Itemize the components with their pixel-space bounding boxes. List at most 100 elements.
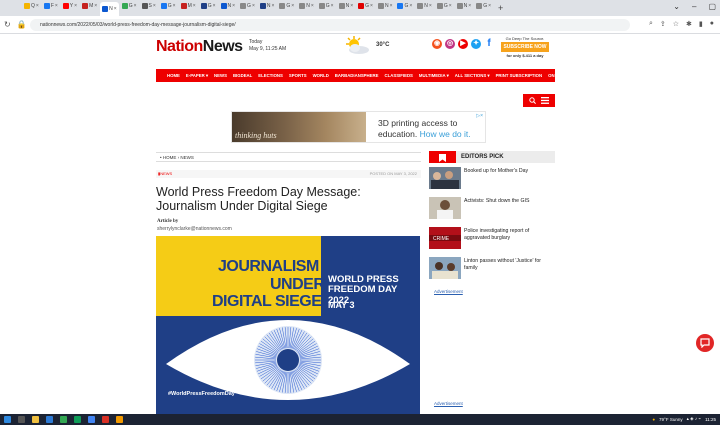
nav-item[interactable]: BARBADIANSPHERE xyxy=(335,73,379,78)
editors-pick-item-1[interactable]: Booked up for Mother's Day xyxy=(429,167,555,189)
browser-tab[interactable]: F × xyxy=(42,0,60,12)
browser-tab[interactable]: Y × xyxy=(61,0,79,12)
close-icon[interactable]: × xyxy=(252,3,255,9)
editors-pick-item-2[interactable]: Activists: Shut down the GIS xyxy=(429,197,555,219)
browser-tab[interactable]: G × xyxy=(159,0,178,12)
close-icon[interactable]: × xyxy=(173,3,176,9)
browser-tab[interactable]: N × xyxy=(258,0,277,12)
browser-tab[interactable]: N × xyxy=(415,0,434,12)
weather-icon[interactable]: ● xyxy=(652,417,655,422)
browser-tab[interactable]: G × xyxy=(474,0,493,12)
browser-tab[interactable]: N × xyxy=(297,0,316,12)
editors-pick-item-4[interactable]: Linton passes without 'Justice' for fami… xyxy=(429,257,555,279)
zoom-icon[interactable]: ⌕ xyxy=(649,20,653,28)
extensions-icon[interactable]: ✱ xyxy=(686,20,692,28)
facebook-icon[interactable]: f xyxy=(484,39,494,49)
close-icon[interactable]: × xyxy=(390,3,393,9)
browser-tab[interactable]: G × xyxy=(277,0,296,12)
youtube-icon[interactable]: ▶ xyxy=(458,39,468,49)
close-icon[interactable]: × xyxy=(488,3,491,9)
sidebar-icon[interactable]: ▮ xyxy=(699,20,703,28)
star-icon[interactable]: ☆ xyxy=(673,20,679,28)
close-icon[interactable]: × xyxy=(311,3,314,9)
breadcrumb[interactable]: • HOME › NEWS xyxy=(156,152,421,162)
nav-item[interactable]: WORLD xyxy=(313,73,329,78)
search-icon[interactable] xyxy=(529,97,536,104)
nav-item[interactable]: ON POINT xyxy=(548,73,555,78)
browser-tab[interactable]: S × xyxy=(140,0,158,12)
close-icon[interactable]: × xyxy=(449,3,452,9)
browser-tab[interactable]: N × xyxy=(219,0,238,12)
nav-item[interactable]: ALL SECTIONS ▾ xyxy=(455,73,490,79)
twitter-icon[interactable]: ✦ xyxy=(471,39,481,49)
close-icon[interactable]: × xyxy=(114,6,117,12)
taskbar-app-icon[interactable] xyxy=(102,416,109,423)
browser-tab[interactable]: G × xyxy=(356,0,375,12)
rss-icon[interactable]: ◉ xyxy=(432,39,442,49)
lock-icon[interactable]: 🔒 xyxy=(17,20,27,29)
browser-tab[interactable]: G × xyxy=(238,0,257,12)
close-icon[interactable]: × xyxy=(350,3,353,9)
taskbar-app-icon[interactable] xyxy=(46,416,53,423)
nav-item[interactable]: ELECTIONS xyxy=(258,73,283,78)
browser-tab[interactable]: G × xyxy=(435,0,454,12)
browser-tab[interactable]: G × xyxy=(395,0,414,12)
close-icon[interactable]: × xyxy=(153,3,156,9)
close-icon[interactable]: × xyxy=(94,3,97,9)
close-icon[interactable]: × xyxy=(193,3,196,9)
subscribe-button[interactable]: SUBSCRIBE NOW xyxy=(501,42,549,52)
maximize-button[interactable]: ▢ xyxy=(708,2,716,11)
close-icon[interactable]: × xyxy=(331,3,334,9)
nav-item[interactable]: MULTIMEDIA ▾ xyxy=(419,73,449,79)
adchoices-icon[interactable]: ▷× xyxy=(476,113,483,119)
close-icon[interactable]: × xyxy=(271,3,274,9)
advertisement-link[interactable]: Advertisement xyxy=(434,289,463,294)
site-logo[interactable]: NationNews xyxy=(156,38,243,56)
nav-item[interactable]: HOME xyxy=(167,73,180,78)
reload-icon[interactable]: ↻ xyxy=(4,20,11,29)
hamburger-menu-icon[interactable] xyxy=(541,97,550,104)
byline-email[interactable]: sherrylynclarke@nationnews.com xyxy=(157,226,232,232)
close-icon[interactable]: × xyxy=(232,3,235,9)
nav-item[interactable]: SPORTS xyxy=(289,73,307,78)
browser-tab[interactable]: N × xyxy=(455,0,474,12)
taskbar-app-icon[interactable] xyxy=(88,416,95,423)
close-icon[interactable]: × xyxy=(213,3,216,9)
browser-tab[interactable]: N × xyxy=(337,0,356,12)
close-icon[interactable]: × xyxy=(409,3,412,9)
nav-item[interactable]: NEWS xyxy=(214,73,227,78)
browser-tab[interactable]: Q × xyxy=(22,0,41,12)
chat-button[interactable] xyxy=(696,334,714,352)
tray-clock[interactable]: 11:25 xyxy=(705,417,716,422)
taskbar-app-icon[interactable] xyxy=(116,416,123,423)
close-icon[interactable]: × xyxy=(429,3,432,9)
tray-weather[interactable]: 79°F Sunny xyxy=(659,417,683,422)
browser-tab[interactable]: M × xyxy=(80,0,99,12)
editors-pick-item-3[interactable]: CRIME Police investigating report of agg… xyxy=(429,227,555,249)
browser-tab[interactable]: N × xyxy=(376,0,395,12)
taskbar-app-icon[interactable] xyxy=(18,416,25,423)
start-icon[interactable] xyxy=(4,416,11,423)
browser-tab[interactable]: N × xyxy=(100,2,119,16)
close-icon[interactable]: × xyxy=(55,3,58,9)
instagram-icon[interactable]: ◎ xyxy=(445,39,455,49)
browser-tab[interactable]: G × xyxy=(317,0,336,12)
close-icon[interactable]: × xyxy=(36,3,39,9)
nav-item[interactable]: PRINT SUBSCRIPTION xyxy=(496,73,543,78)
url-bar[interactable]: nationnews.com/2022/05/03/world-press-fr… xyxy=(30,19,630,31)
nav-item[interactable]: BIGDEAL xyxy=(233,73,252,78)
dropdown-icon[interactable]: ⌄ xyxy=(673,2,680,11)
minimize-button[interactable]: – xyxy=(692,2,696,11)
profile-icon[interactable]: ● xyxy=(710,20,714,28)
category-tag[interactable]: ▮NEWS xyxy=(158,170,172,178)
close-icon[interactable]: × xyxy=(134,3,137,9)
taskbar-app-icon[interactable] xyxy=(32,416,39,423)
nav-item[interactable]: E-PAPER ▾ xyxy=(186,73,208,79)
browser-tab[interactable]: M × xyxy=(179,0,198,12)
new-tab-button[interactable]: + xyxy=(498,3,503,13)
taskbar-app-icon[interactable] xyxy=(74,416,81,423)
nav-item[interactable]: CLASSIFIEDS xyxy=(385,73,413,78)
close-icon[interactable]: × xyxy=(74,3,77,9)
close-icon[interactable]: × xyxy=(468,3,471,9)
banner-ad[interactable]: thinking huts 3D printing access to educ… xyxy=(231,111,486,143)
